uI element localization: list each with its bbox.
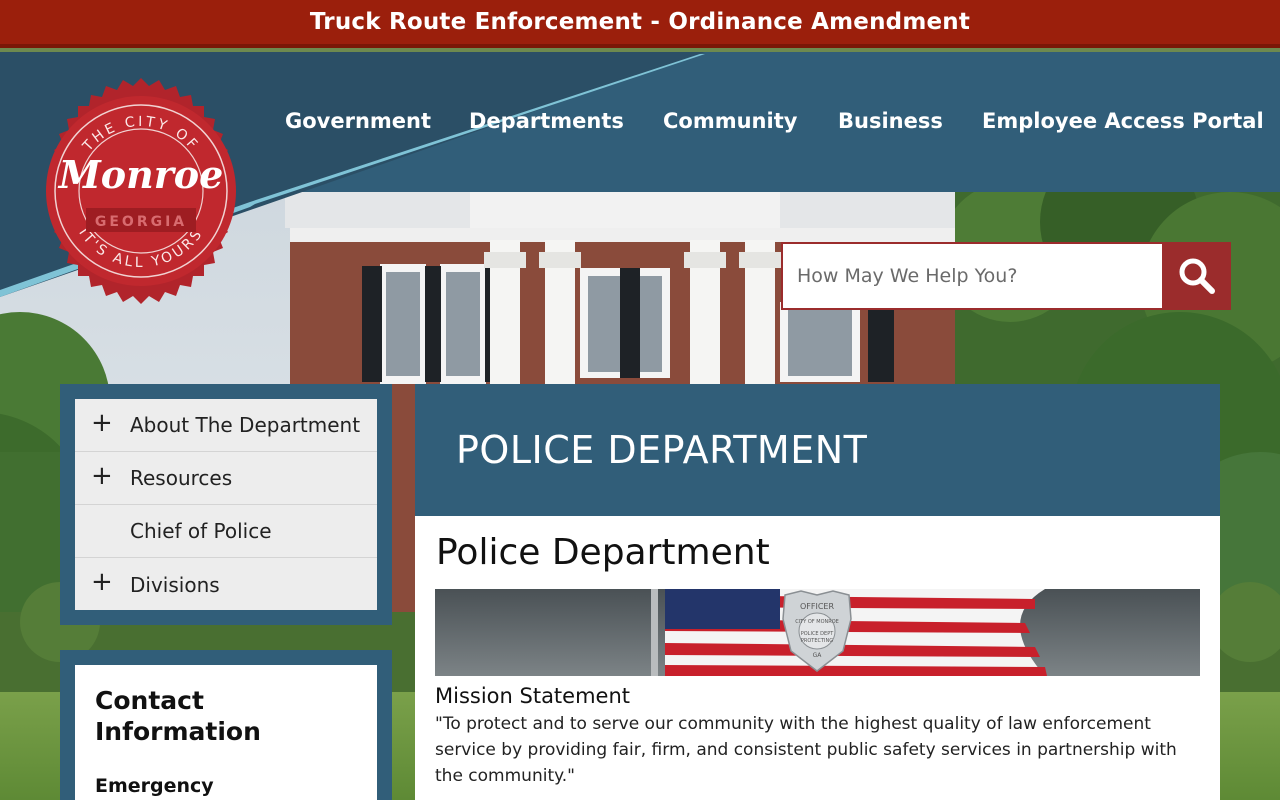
expand-plus-icon[interactable]: + [91, 463, 113, 489]
nav-employee-access-portal[interactable]: Employee Access Portal [982, 109, 1264, 133]
sidenav-item-label: Divisions [130, 572, 220, 597]
department-sidenav: + About The Department + Resources Chief… [60, 384, 392, 625]
badge-state-text: GA [813, 652, 823, 659]
main-content: Police Department OFFICER CITY OF MONROE… [415, 516, 1220, 800]
sidenav-item-divisions[interactable]: + Divisions [75, 558, 377, 611]
contact-subheading: Emergency [95, 775, 214, 797]
expand-plus-icon[interactable]: + [91, 410, 113, 436]
page-banner: POLICE DEPARTMENT [415, 384, 1220, 516]
page-banner-title: POLICE DEPARTMENT [456, 428, 868, 472]
city-logo[interactable]: THE CITY OF IT'S ALL YOURS Monroe GEORGI… [26, 76, 256, 306]
badge-lower-text: PROTECTING [801, 638, 833, 644]
mission-title: Mission Statement [435, 684, 631, 708]
sidenav-item-chief[interactable]: Chief of Police [75, 505, 377, 558]
search-input[interactable] [781, 242, 1162, 310]
sidenav-item-label: Resources [130, 466, 233, 490]
badge-ring-text: CITY OF MONROE [795, 619, 839, 625]
sidenav-item-label: Chief of Police [130, 519, 272, 543]
expand-plus-icon[interactable]: + [91, 569, 113, 595]
alert-link[interactable]: Truck Route Enforcement - Ordinance Amen… [310, 9, 970, 35]
nav-government[interactable]: Government [285, 109, 431, 133]
site-search [781, 242, 1231, 310]
nav-business[interactable]: Business [838, 109, 943, 133]
search-button[interactable] [1162, 242, 1231, 310]
nav-departments[interactable]: Departments [469, 109, 624, 133]
mission-text: "To protect and to serve our community w… [435, 714, 1177, 786]
flag-badge-image: OFFICER CITY OF MONROE POLICE DEPT PROTE… [435, 589, 1200, 676]
badge-center-text: POLICE DEPT [801, 631, 834, 637]
sidenav-item-label: About The Department [130, 413, 361, 437]
contact-title: Contact Information [95, 686, 261, 746]
sidenav-item-about[interactable]: + About The Department [75, 399, 377, 452]
page-heading: Police Department [436, 532, 770, 573]
badge-top-text: OFFICER [800, 602, 835, 611]
sidenav-item-resources[interactable]: + Resources [75, 452, 377, 505]
logo-name: Monroe [57, 152, 224, 197]
alert-bar: Truck Route Enforcement - Ordinance Amen… [0, 0, 1280, 48]
logo-state: GEORGIA [95, 214, 187, 230]
nav-community[interactable]: Community [663, 109, 797, 133]
contact-panel: Contact Information Emergency [60, 650, 392, 800]
search-icon [1179, 258, 1215, 294]
